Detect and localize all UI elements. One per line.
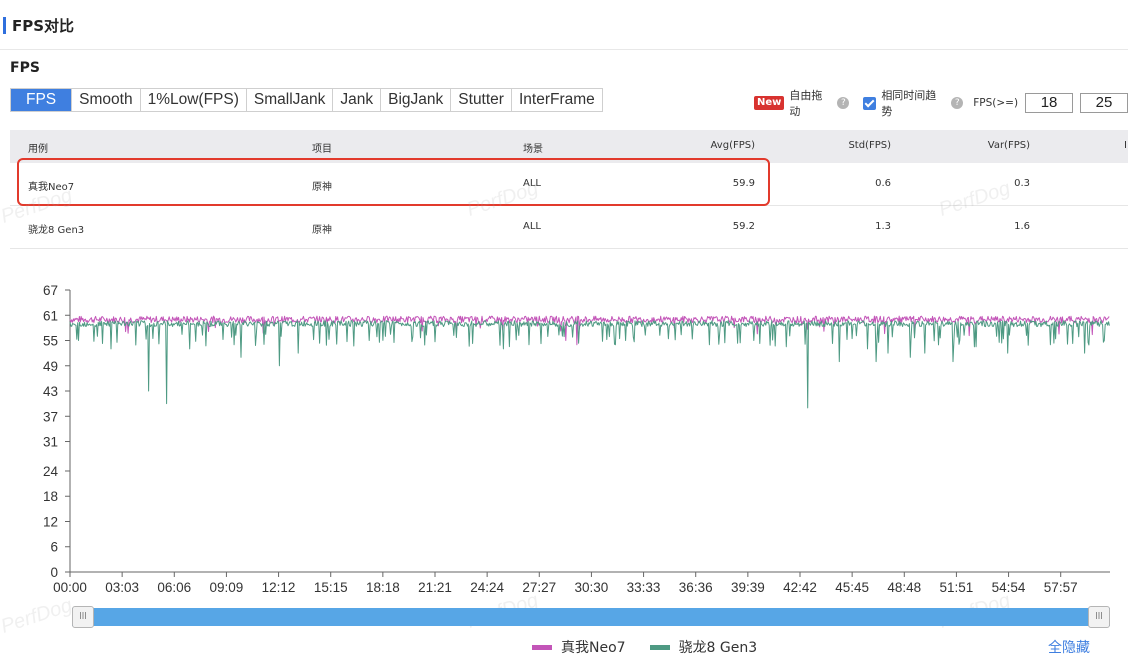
cell-scene: ALL bbox=[523, 221, 541, 232]
legend-swatch bbox=[649, 644, 670, 650]
tab-1pct-low[interactable]: 1%Low(FPS) bbox=[141, 89, 247, 111]
x-tick-label: 54:54 bbox=[992, 580, 1026, 595]
cell-project: 原神 bbox=[312, 182, 332, 193]
y-tick-label: 61 bbox=[43, 308, 58, 323]
table-row[interactable]: 真我Neo7 原神 ALL 59.9 0.6 0.3 bbox=[10, 163, 1128, 206]
help-icon[interactable]: ? bbox=[837, 97, 850, 109]
section-header: FPS对比 bbox=[0, 0, 1128, 50]
same-time-trend-checkbox[interactable] bbox=[863, 96, 877, 110]
legend-label: 骁龙8 Gen3 bbox=[678, 640, 758, 656]
slider-handle-start[interactable]: lll bbox=[72, 606, 94, 628]
section-accent-bar bbox=[3, 17, 6, 34]
cell-std-fps: 0.6 bbox=[875, 178, 891, 189]
x-tick-label: 09:09 bbox=[210, 580, 244, 595]
fps-threshold-input-2[interactable]: 25 bbox=[1080, 93, 1128, 113]
fps-threshold-input-1[interactable]: 18 bbox=[1025, 93, 1074, 113]
y-tick-label: 6 bbox=[50, 540, 58, 555]
column-header-std-fps[interactable]: Std(FPS) bbox=[848, 140, 891, 151]
y-tick-label: 67 bbox=[43, 283, 58, 298]
legend-label: 真我Neo7 bbox=[561, 640, 626, 656]
x-tick-label: 24:24 bbox=[470, 580, 504, 595]
tab-interframe[interactable]: InterFrame bbox=[512, 89, 602, 111]
y-tick-label: 55 bbox=[43, 334, 58, 349]
tab-jank[interactable]: Jank bbox=[333, 89, 382, 111]
x-tick-label: 21:21 bbox=[418, 580, 452, 595]
hide-all-button[interactable]: 全隐藏 bbox=[1048, 637, 1090, 657]
cell-avg-fps: 59.9 bbox=[732, 178, 755, 189]
tab-bigjank[interactable]: BigJank bbox=[381, 89, 452, 111]
legend-item-neo7[interactable]: 真我Neo7 bbox=[532, 637, 626, 657]
chart-controls: New 自由拖动 ? 相同时间趋势 ? FPS(>=) 18 25 bbox=[754, 89, 1128, 118]
watermark: PerfDog bbox=[0, 594, 75, 638]
x-tick-label: 48:48 bbox=[887, 580, 921, 595]
x-tick-label: 30:30 bbox=[575, 580, 609, 595]
column-header-truncated[interactable]: I bbox=[1124, 140, 1127, 151]
x-tick-label: 39:39 bbox=[731, 580, 765, 595]
x-tick-label: 15:15 bbox=[314, 580, 348, 595]
x-tick-label: 36:36 bbox=[679, 580, 713, 595]
fps-threshold-label: FPS(>=) bbox=[973, 97, 1019, 109]
y-tick-label: 0 bbox=[50, 565, 58, 580]
metric-tabs: FPS Smooth 1%Low(FPS) SmallJank Jank Big… bbox=[10, 88, 603, 112]
x-tick-label: 51:51 bbox=[940, 580, 974, 595]
slider-handle-end[interactable]: lll bbox=[1088, 606, 1110, 628]
column-header-project[interactable]: 项目 bbox=[312, 140, 332, 155]
panel-title: FPS bbox=[10, 60, 40, 76]
chart-legend: 真我Neo7 骁龙8 Gen3 bbox=[532, 637, 781, 657]
y-tick-label: 12 bbox=[43, 514, 58, 529]
x-tick-label: 03:03 bbox=[105, 580, 139, 595]
tab-smalljank[interactable]: SmallJank bbox=[247, 89, 334, 111]
x-tick-label: 18:18 bbox=[366, 580, 400, 595]
section-title: FPS对比 bbox=[12, 17, 75, 35]
x-tick-label: 57:57 bbox=[1044, 580, 1078, 595]
x-tick-label: 27:27 bbox=[522, 580, 556, 595]
x-tick-label: 33:33 bbox=[627, 580, 661, 595]
y-tick-label: 37 bbox=[43, 409, 58, 424]
legend-item-gen3[interactable]: 骁龙8 Gen3 bbox=[649, 637, 758, 657]
tab-smooth[interactable]: Smooth bbox=[72, 89, 141, 111]
x-tick-label: 06:06 bbox=[157, 580, 191, 595]
fps-line-chart[interactable]: 0 6 12 18 24 31 37 43 49 55 61 67 00:00 03:03 06:06 09:… bbox=[0, 270, 1128, 600]
column-header-avg-fps[interactable]: Avg(FPS) bbox=[711, 140, 755, 151]
y-tick-label: 49 bbox=[43, 359, 58, 374]
time-range-slider[interactable]: lll lll bbox=[72, 606, 1110, 628]
table-header: 用例 项目 场景 Avg(FPS) Std(FPS) Var(FPS) I bbox=[10, 130, 1128, 163]
column-header-scene[interactable]: 场景 bbox=[523, 140, 543, 155]
y-tick-label: 31 bbox=[43, 435, 58, 450]
cell-project: 原神 bbox=[312, 225, 332, 236]
fps-stats-table: 用例 项目 场景 Avg(FPS) Std(FPS) Var(FPS) I 真我… bbox=[10, 130, 1128, 249]
tab-fps[interactable]: FPS bbox=[11, 89, 73, 111]
y-tick-label: 24 bbox=[43, 464, 59, 479]
column-header-case[interactable]: 用例 bbox=[28, 140, 48, 155]
x-tick-label: 12:12 bbox=[262, 580, 296, 595]
y-tick-label: 43 bbox=[43, 384, 58, 399]
new-badge: New bbox=[754, 96, 785, 110]
cell-var-fps: 0.3 bbox=[1014, 178, 1030, 189]
cell-scene: ALL bbox=[523, 178, 541, 189]
help-icon[interactable]: ? bbox=[951, 97, 964, 109]
slider-track[interactable] bbox=[72, 608, 1110, 626]
tab-stutter[interactable]: Stutter bbox=[451, 89, 512, 111]
x-tick-label: 00:00 bbox=[53, 580, 87, 595]
x-tick-label: 45:45 bbox=[835, 580, 869, 595]
cell-avg-fps: 59.2 bbox=[732, 221, 755, 232]
table-row[interactable]: 骁龙8 Gen3 原神 ALL 59.2 1.3 1.6 bbox=[10, 206, 1128, 249]
series-line-gen3 bbox=[69, 320, 1110, 409]
free-drag-toggle[interactable]: 自由拖动 bbox=[789, 87, 833, 119]
same-time-trend-label: 相同时间趋势 bbox=[881, 89, 937, 118]
legend-swatch bbox=[532, 644, 552, 650]
cell-case: 骁龙8 Gen3 bbox=[28, 225, 85, 236]
cell-std-fps: 1.3 bbox=[875, 221, 891, 232]
y-tick-label: 18 bbox=[43, 489, 58, 504]
cell-var-fps: 1.6 bbox=[1014, 221, 1030, 232]
column-header-var-fps[interactable]: Var(FPS) bbox=[988, 140, 1030, 151]
x-tick-label: 42:42 bbox=[783, 580, 817, 595]
cell-case: 真我Neo7 bbox=[28, 182, 75, 193]
